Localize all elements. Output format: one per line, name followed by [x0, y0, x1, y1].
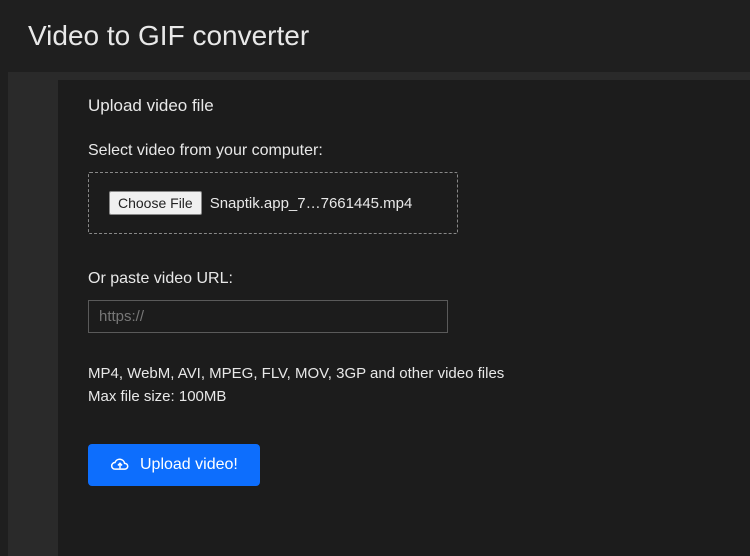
upload-button-label: Upload video! — [140, 456, 238, 474]
file-select-label: Select video from your computer: — [88, 142, 720, 160]
upload-panel-title: Upload video file — [88, 96, 720, 116]
upload-panel: Upload video file Select video from your… — [58, 80, 750, 556]
cloud-upload-icon — [110, 456, 130, 474]
max-size-info: Max file size: 100MB — [88, 386, 720, 409]
page-title: Video to GIF converter — [28, 20, 722, 52]
file-drop-zone[interactable]: Choose File Snaptik.app_7…7661445.mp4 — [88, 172, 458, 234]
url-section: Or paste video URL: — [88, 270, 720, 333]
choose-file-button[interactable]: Choose File — [109, 191, 202, 215]
url-input[interactable] — [88, 300, 448, 333]
url-label: Or paste video URL: — [88, 270, 720, 288]
upload-info: MP4, WebM, AVI, MPEG, FLV, MOV, 3GP and … — [88, 363, 720, 408]
content-wrapper: Upload video file Select video from your… — [8, 72, 750, 556]
page-header: Video to GIF converter — [0, 0, 750, 64]
formats-info: MP4, WebM, AVI, MPEG, FLV, MOV, 3GP and … — [88, 363, 720, 386]
selected-filename: Snaptik.app_7…7661445.mp4 — [210, 195, 413, 212]
upload-video-button[interactable]: Upload video! — [88, 444, 260, 486]
